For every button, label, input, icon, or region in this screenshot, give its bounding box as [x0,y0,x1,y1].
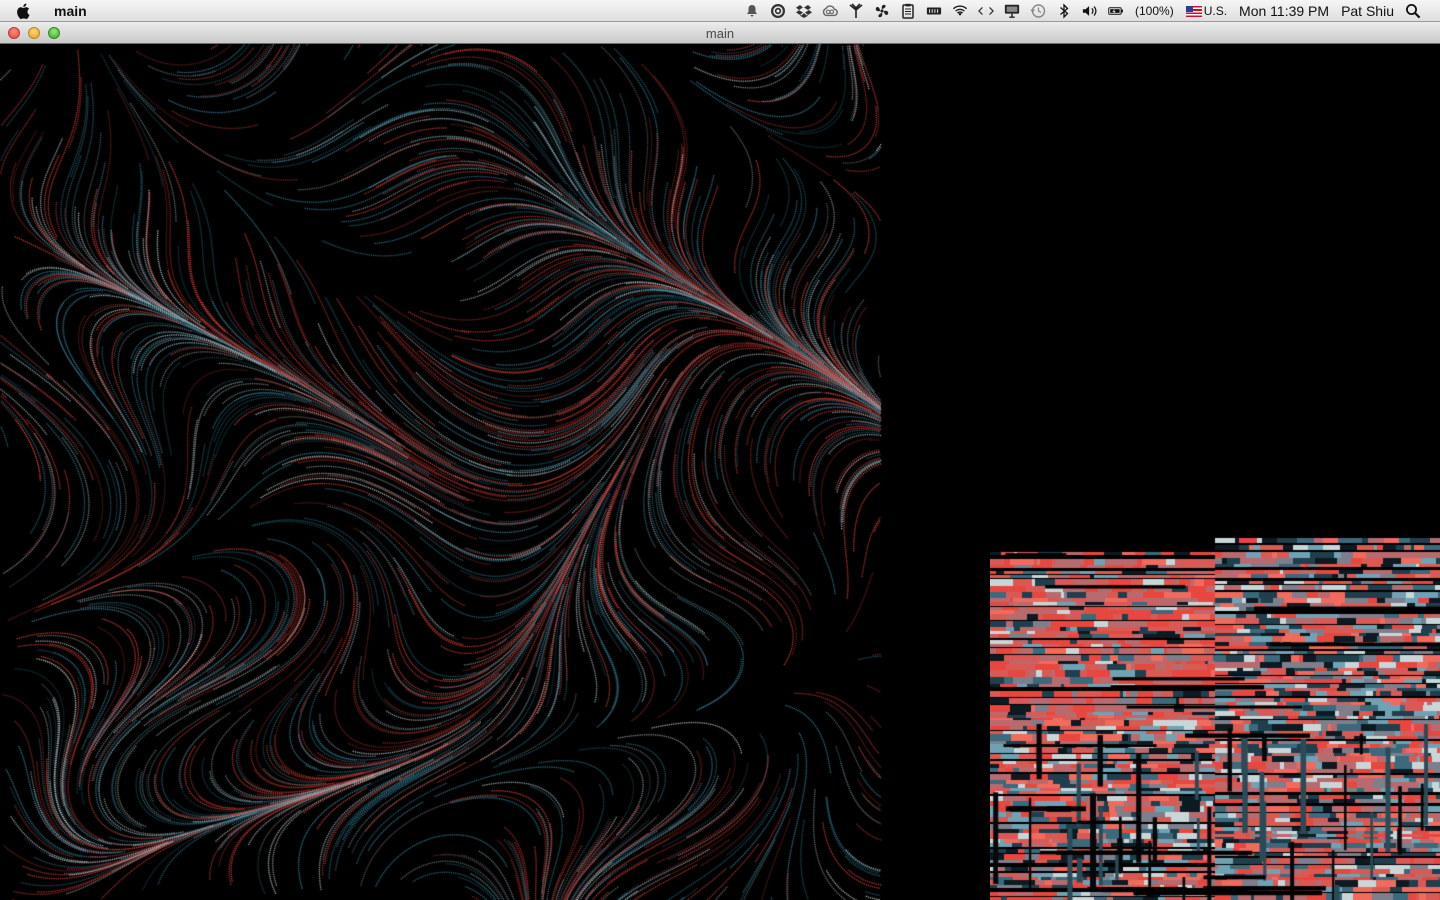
menu-bar-extras: (100%) U.S. Mon 11:39 PM Pat Shiu [739,0,1426,21]
creative-cloud-icon[interactable] [822,3,838,19]
window-title: main [705,26,735,41]
input-source-label: U.S. [1203,3,1228,18]
flag-icon [1185,5,1202,17]
user-name[interactable]: Pat Shiu [1341,3,1394,19]
clipboard-icon[interactable] [900,3,916,19]
time-machine-icon[interactable] [1030,3,1046,19]
fan-icon[interactable] [874,3,890,19]
input-source[interactable]: U.S. [1185,3,1228,18]
apple-icon[interactable] [16,2,32,20]
display-icon[interactable] [1004,3,1020,19]
battery-icon[interactable] [1108,3,1124,19]
code-icon[interactable] [978,3,995,19]
app-menu-name[interactable]: main [54,3,87,19]
menu-bar: main (100%) U.S. Mon 11:39 PM Pat Shiu [0,0,1440,22]
memory-icon[interactable] [926,3,942,19]
pixel-glitch-visualization [990,494,1440,900]
window-titlebar[interactable]: main [0,22,1440,44]
volume-icon[interactable] [1082,3,1098,19]
menu-clock[interactable]: Mon 11:39 PM [1239,3,1329,19]
antenna-icon[interactable] [848,2,864,19]
spotlight-icon[interactable] [1405,3,1421,19]
menu-bar-left: main [16,0,87,21]
wifi-icon[interactable] [952,3,968,19]
sync-icon[interactable] [770,3,786,19]
particle-flow-visualization [0,44,890,900]
render-viewport[interactable] [0,44,1440,900]
bluetooth-icon[interactable] [1056,2,1072,19]
dropbox-icon[interactable] [796,3,813,19]
battery-percentage[interactable]: (100%) [1135,4,1174,18]
notification-center-icon[interactable] [744,3,760,19]
